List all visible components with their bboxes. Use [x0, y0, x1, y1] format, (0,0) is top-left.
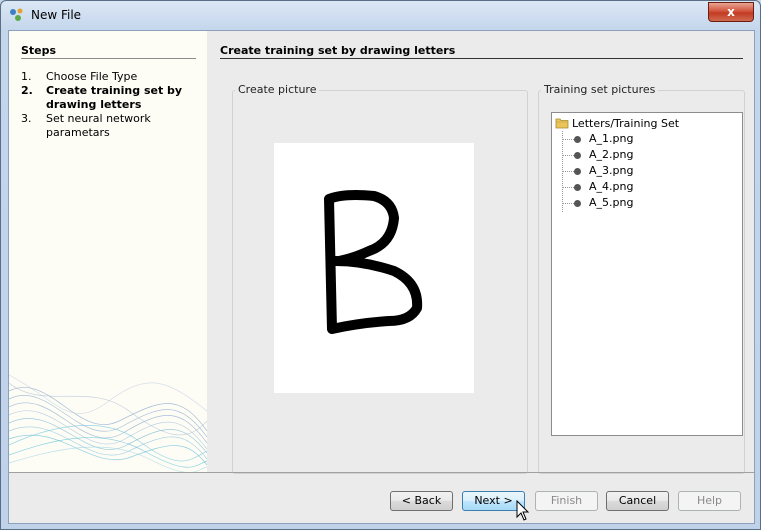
drawn-letter-b	[324, 190, 423, 334]
file-bullet-icon	[574, 136, 581, 143]
steps-divider	[21, 58, 196, 59]
step-label: Set neural network parametars	[46, 112, 151, 139]
step-label: Create training set by drawing letters	[46, 84, 183, 111]
step-number: 2.	[21, 84, 33, 97]
tree-item-label: A_5.png	[589, 196, 634, 209]
tree-branch	[562, 187, 574, 188]
tree-item-label: A_2.png	[589, 148, 634, 161]
drawing-canvas[interactable]	[274, 143, 474, 393]
tree-branch	[562, 155, 574, 156]
dialog-content: Steps 1. Choose File Type 2. Create trai…	[8, 30, 755, 524]
tree-item-label: A_4.png	[589, 180, 634, 193]
step-number: 1.	[21, 70, 32, 83]
cancel-button[interactable]: Cancel	[606, 491, 669, 511]
steps-title: Steps	[21, 44, 57, 57]
file-bullet-icon	[574, 200, 581, 207]
step-label: Choose File Type	[46, 70, 138, 83]
app-icon	[10, 8, 23, 21]
new-file-dialog: New File x Steps 1. Choose File Type 2. …	[0, 0, 761, 530]
tree-item-a2[interactable]: A_2.png	[562, 147, 712, 163]
close-icon: x	[727, 5, 735, 19]
tree-item-a5[interactable]: A_5.png	[562, 195, 712, 211]
tree-item-a1[interactable]: A_1.png	[562, 131, 712, 147]
title-bar[interactable]: New File x	[1, 1, 760, 29]
tree-branch	[562, 203, 574, 204]
help-button[interactable]: Help	[678, 491, 741, 511]
tree-item-a3[interactable]: A_3.png	[562, 163, 712, 179]
training-set-tree[interactable]: Letters/Training Set A_1.png A_2.png A_3…	[551, 112, 743, 436]
create-picture-label: Create picture	[235, 83, 320, 96]
file-bullet-icon	[574, 184, 581, 191]
step-number: 3.	[21, 112, 32, 125]
tree-item-label: A_3.png	[589, 164, 634, 177]
file-bullet-icon	[574, 152, 581, 159]
finish-button[interactable]: Finish	[535, 491, 598, 511]
decorative-waves	[9, 374, 207, 472]
page-title: Create training set by drawing letters	[220, 44, 456, 57]
tree-branch	[562, 139, 574, 140]
file-bullet-icon	[574, 168, 581, 175]
page-title-divider	[220, 58, 743, 59]
steps-panel: Steps 1. Choose File Type 2. Create trai…	[9, 31, 207, 472]
training-set-label: Training set pictures	[541, 83, 659, 96]
tree-branch	[562, 171, 574, 172]
mouse-pointer-icon	[516, 500, 530, 521]
tree-item-a4[interactable]: A_4.png	[562, 179, 712, 195]
close-button[interactable]: x	[708, 2, 754, 22]
folder-icon	[555, 118, 569, 129]
window-title: New File	[31, 8, 82, 22]
back-button[interactable]: < Back	[390, 491, 453, 511]
tree-item-label: A_1.png	[589, 132, 634, 145]
button-bar-divider	[9, 472, 754, 473]
tree-root-label: Letters/Training Set	[572, 117, 680, 130]
